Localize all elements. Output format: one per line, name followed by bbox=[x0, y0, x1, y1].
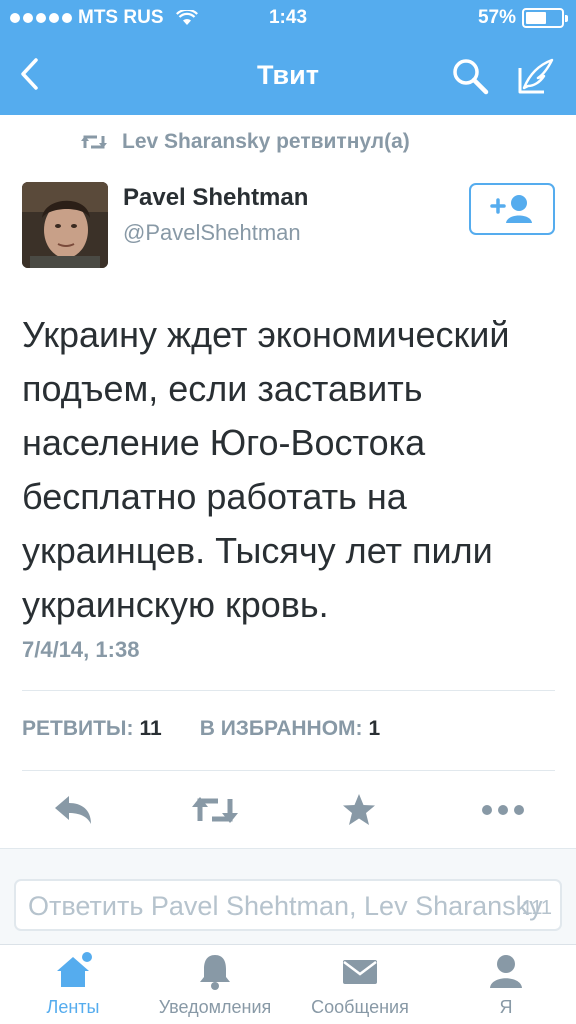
battery-status: 57% bbox=[477, 7, 568, 29]
add-user-icon bbox=[490, 195, 532, 223]
bell-icon bbox=[200, 955, 230, 990]
character-counter: 111 bbox=[521, 897, 552, 919]
tweet-actions bbox=[0, 780, 576, 840]
retweet-icon bbox=[192, 797, 238, 823]
person-icon bbox=[490, 955, 522, 988]
follow-button[interactable] bbox=[469, 183, 555, 235]
tweet-stats: РЕТВИТЫ: 11 В ИЗБРАННОМ: 1 bbox=[22, 717, 380, 741]
retweeted-by-line: Lev Sharansky ретвитнул(а) bbox=[80, 130, 410, 154]
status-bar: MTS RUS 1:43 57% bbox=[0, 0, 576, 38]
author-name[interactable]: Pavel Shehtman bbox=[123, 184, 308, 212]
reply-bar: Ответить Pavel Shehtman, Lev Sharansky 1… bbox=[0, 848, 576, 944]
favorites-label: В ИЗБРАННОМ: bbox=[199, 717, 363, 740]
reply-icon bbox=[55, 796, 91, 824]
navigation-bar: Твит bbox=[0, 38, 576, 115]
retweet-icon bbox=[81, 135, 107, 149]
tab-label: Сообщения bbox=[311, 997, 409, 1017]
tab-notifications[interactable]: Уведомления bbox=[150, 951, 280, 1023]
top-bar: MTS RUS 1:43 57% Твит bbox=[0, 0, 576, 115]
battery-icon bbox=[522, 8, 568, 28]
tab-bar: Ленты Уведомления Сообщения Я bbox=[0, 944, 576, 1024]
author-handle[interactable]: @PavelShehtman bbox=[123, 220, 301, 246]
reply-input[interactable]: Ответить Pavel Shehtman, Lev Sharansky bbox=[14, 879, 562, 931]
favorites-count: 1 bbox=[368, 717, 381, 740]
retweet-button[interactable] bbox=[190, 790, 240, 830]
avatar[interactable] bbox=[22, 182, 108, 268]
tab-home[interactable]: Ленты bbox=[28, 951, 118, 1023]
avatar-image bbox=[22, 182, 108, 268]
star-icon bbox=[343, 794, 375, 825]
favorite-button[interactable] bbox=[334, 790, 384, 830]
divider bbox=[22, 770, 555, 771]
retweets-label: РЕТВИТЫ: bbox=[22, 717, 134, 740]
tab-label: Ленты bbox=[46, 997, 100, 1017]
tab-messages[interactable]: Сообщения bbox=[302, 951, 418, 1023]
tab-label: Я bbox=[499, 997, 513, 1017]
more-icon bbox=[482, 805, 524, 815]
divider bbox=[22, 690, 555, 691]
battery-percent: 57% bbox=[477, 7, 516, 28]
retweeted-by-text[interactable]: Lev Sharansky ретвитнул(а) bbox=[122, 130, 410, 154]
tweet-text: Украину ждет экономический подъем, если … bbox=[22, 314, 510, 625]
envelope-icon bbox=[343, 960, 377, 984]
home-icon bbox=[57, 952, 92, 987]
more-button[interactable] bbox=[478, 790, 528, 830]
reply-button[interactable] bbox=[48, 790, 98, 830]
tab-label: Уведомления bbox=[158, 997, 272, 1017]
tweet-timestamp: 7/4/14, 1:38 bbox=[22, 637, 140, 662]
retweets-count: 11 bbox=[139, 717, 162, 740]
retweets-stat[interactable]: РЕТВИТЫ: 11 bbox=[22, 717, 162, 741]
search-icon[interactable] bbox=[450, 56, 490, 96]
compose-icon[interactable] bbox=[514, 54, 558, 98]
tab-me[interactable]: Я bbox=[466, 951, 546, 1023]
favorites-stat[interactable]: В ИЗБРАННОМ: 1 bbox=[200, 717, 381, 741]
